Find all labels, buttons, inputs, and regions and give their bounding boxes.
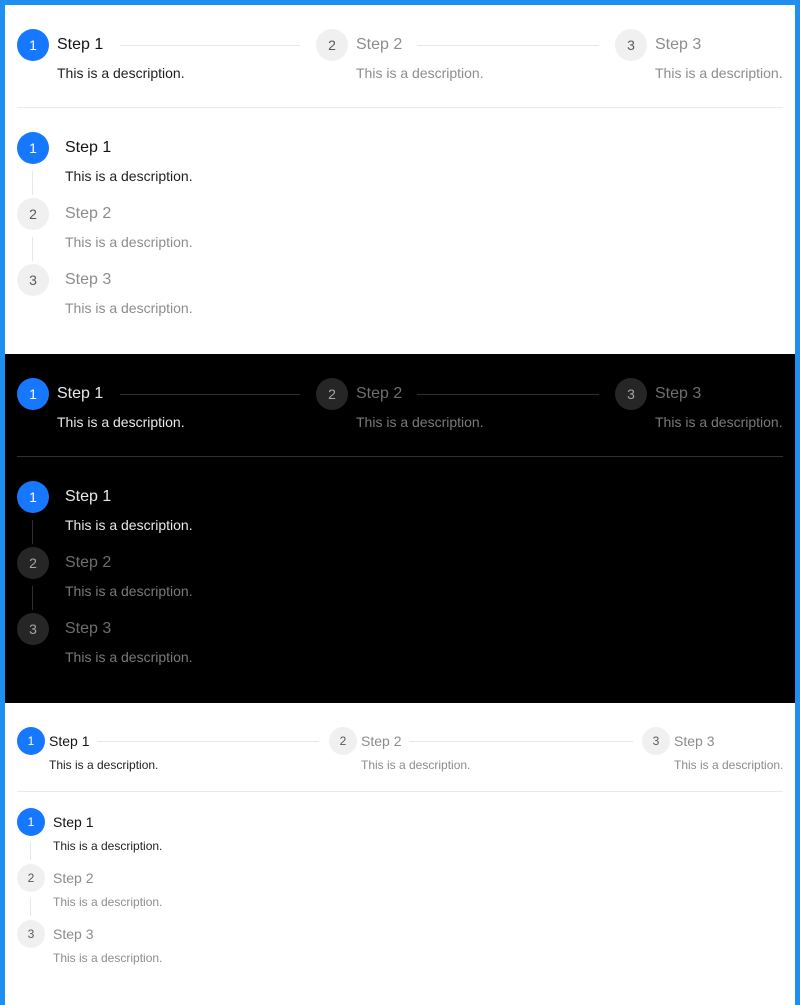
small-steps-section: 1 Step 1 This is a description. 2 Step 2… — [5, 703, 795, 1005]
step-3-description: This is a description. — [674, 758, 784, 772]
step-3-description: This is a description. — [53, 951, 163, 965]
step-connector-line — [30, 898, 31, 916]
step-2-number-icon: 2 — [17, 198, 49, 230]
step-1-number-icon: 1 — [17, 481, 49, 513]
step-connector-line — [30, 842, 31, 860]
step-2-title[interactable]: Step 2 — [65, 205, 111, 223]
step-1-description: This is a description. — [65, 168, 193, 184]
step-3-description: This is a description. — [655, 414, 783, 430]
step-1-description: This is a description. — [57, 65, 185, 81]
step-1-number-icon: 1 — [17, 727, 45, 755]
step-3-description: This is a description. — [655, 65, 783, 81]
step-2-number-icon: 2 — [316, 378, 348, 410]
step-connector-line — [417, 45, 599, 46]
step-2-title[interactable]: Step 2 — [361, 733, 401, 749]
step-1-title[interactable]: Step 1 — [57, 36, 103, 54]
step-1-number-icon: 1 — [17, 132, 49, 164]
demo-frame: 1 Step 1 This is a description. 2 Step 2… — [0, 0, 800, 1005]
step-connector-line — [32, 237, 33, 261]
step-1-number-icon: 1 — [17, 29, 49, 61]
step-2-description: This is a description. — [53, 895, 163, 909]
step-3-title[interactable]: Step 3 — [65, 620, 111, 638]
step-2-description: This is a description. — [65, 583, 193, 599]
step-3-title[interactable]: Step 3 — [53, 926, 93, 942]
step-2-description: This is a description. — [356, 65, 484, 81]
step-1-title[interactable]: Step 1 — [65, 139, 111, 157]
step-1-description: This is a description. — [49, 758, 159, 772]
step-2-title[interactable]: Step 2 — [65, 554, 111, 572]
step-2-description: This is a description. — [356, 414, 484, 430]
divider — [17, 456, 783, 457]
divider — [17, 791, 783, 792]
step-2-title[interactable]: Step 2 — [53, 870, 93, 886]
step-2-description: This is a description. — [65, 234, 193, 250]
step-connector-line — [32, 586, 33, 610]
dark-steps-section: 1 Step 1 This is a description. 2 Step 2… — [5, 354, 795, 703]
step-connector-line — [32, 520, 33, 544]
step-connector-line — [32, 171, 33, 195]
step-2-title[interactable]: Step 2 — [356, 36, 402, 54]
step-3-number-icon: 3 — [17, 264, 49, 296]
step-2-number-icon: 2 — [316, 29, 348, 61]
step-3-number-icon: 3 — [17, 920, 45, 948]
step-connector-line — [97, 741, 319, 742]
step-3-number-icon: 3 — [17, 613, 49, 645]
divider — [17, 107, 783, 108]
step-2-title[interactable]: Step 2 — [356, 385, 402, 403]
step-1-description: This is a description. — [65, 517, 193, 533]
step-3-number-icon: 3 — [642, 727, 670, 755]
step-connector-line — [120, 394, 300, 395]
step-1-number-icon: 1 — [17, 808, 45, 836]
step-2-number-icon: 2 — [329, 727, 357, 755]
step-3-description: This is a description. — [65, 649, 193, 665]
light-steps-section: 1 Step 1 This is a description. 2 Step 2… — [5, 5, 795, 354]
step-3-title[interactable]: Step 3 — [674, 733, 714, 749]
step-3-title[interactable]: Step 3 — [655, 385, 701, 403]
step-3-number-icon: 3 — [615, 378, 647, 410]
step-1-title[interactable]: Step 1 — [65, 488, 111, 506]
step-1-title[interactable]: Step 1 — [57, 385, 103, 403]
step-connector-line — [120, 45, 300, 46]
step-3-title[interactable]: Step 3 — [65, 271, 111, 289]
step-2-description: This is a description. — [361, 758, 471, 772]
step-connector-line — [409, 741, 633, 742]
step-1-number-icon: 1 — [17, 378, 49, 410]
step-2-number-icon: 2 — [17, 864, 45, 892]
step-1-title[interactable]: Step 1 — [49, 733, 89, 749]
step-3-description: This is a description. — [65, 300, 193, 316]
step-3-title[interactable]: Step 3 — [655, 36, 701, 54]
step-3-number-icon: 3 — [615, 29, 647, 61]
step-connector-line — [417, 394, 599, 395]
step-1-title[interactable]: Step 1 — [53, 814, 93, 830]
step-1-description: This is a description. — [57, 414, 185, 430]
step-2-number-icon: 2 — [17, 547, 49, 579]
step-1-description: This is a description. — [53, 839, 163, 853]
